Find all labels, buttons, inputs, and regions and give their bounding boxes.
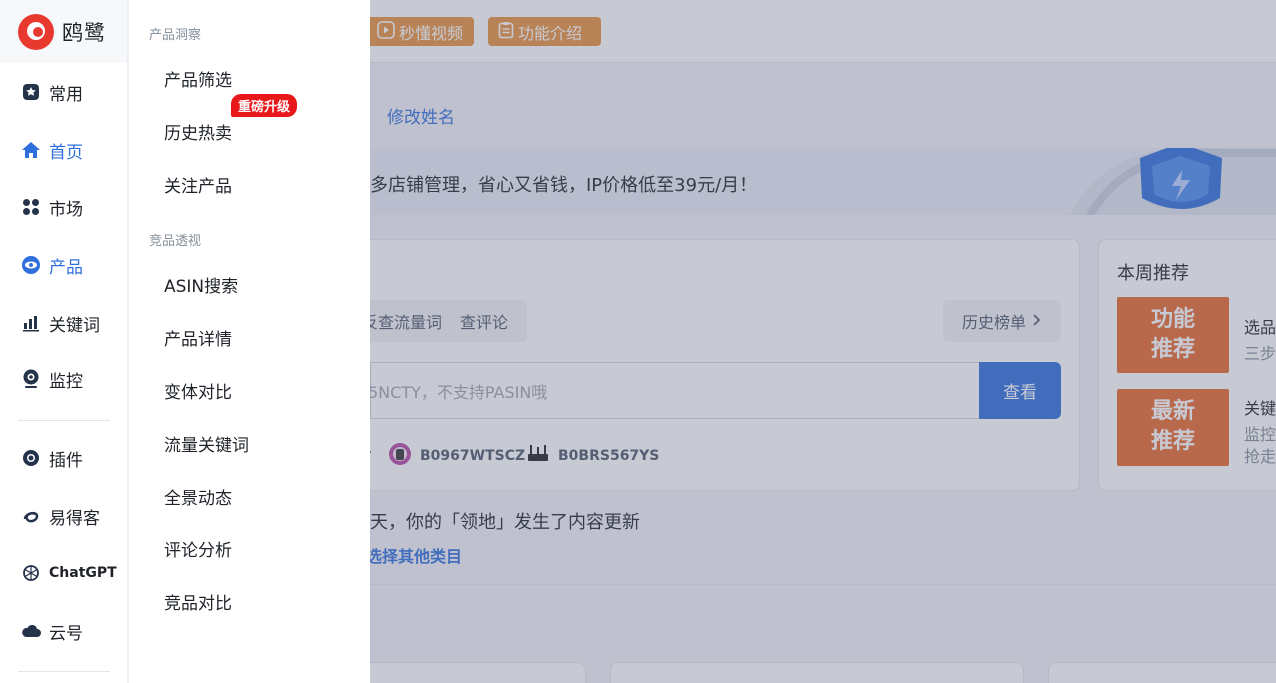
menu-item-variant-compare[interactable]: 变体对比 [164,378,232,403]
menu-item-traffic-keywords[interactable]: 流量关键词 [164,431,249,456]
grid-icon [21,197,41,217]
eye-icon [21,255,41,275]
sidebar-item-market[interactable]: 市场 [0,187,128,227]
sidebar-item-label: 关键词 [49,315,100,336]
sidebar-item-label: 云号 [49,623,83,644]
sidebar-item-label: 插件 [49,450,83,471]
star-icon [21,82,41,102]
sidebar-item-common[interactable]: 常用 [0,72,128,112]
sidebar-item-yideke[interactable]: 易得客 [0,496,128,536]
logo[interactable]: 鸥鹭 [0,0,127,63]
sidebar-item-label: 市场 [49,199,83,220]
chrome-icon [21,448,41,468]
menu-item-product-filter[interactable]: 产品筛选 [164,66,232,91]
home-icon [21,140,41,160]
sidebar: 鸥鹭 常用 首页 市场 产品 关键词 监控 插件 易得客 ChatGPT 云号 [0,0,128,683]
sidebar-item-plugin[interactable]: 插件 [0,438,128,478]
menu-item-followed-products[interactable]: 关注产品 [164,172,232,197]
menu-group-title: 产品洞察 [149,28,202,43]
sidebar-item-label: 产品 [49,257,83,278]
sidebar-item-home[interactable]: 首页 [0,130,128,170]
sidebar-item-keyword[interactable]: 关键词 [0,303,128,343]
menu-item-asin-search[interactable]: ASIN搜索 [164,272,238,297]
sidebar-divider [18,420,110,421]
menu-group-title: 竞品透视 [149,234,202,249]
sidebar-item-label: 监控 [49,371,83,392]
modal-overlay[interactable] [370,0,1276,683]
openai-icon [21,563,41,583]
menu-item-review-analysis[interactable]: 评论分析 [164,536,232,561]
sidebar-item-label: 首页 [49,142,83,163]
brand-logo-icon [18,13,54,50]
sidebar-item-label: 常用 [49,84,83,105]
swirl-icon [21,506,41,526]
sidebar-item-chatgpt[interactable]: ChatGPT [0,553,128,593]
sidebar-item-monitor[interactable]: 监控 [0,359,128,399]
camera-icon [21,369,41,389]
sidebar-item-label: 易得客 [49,508,100,529]
sidebar-item-cloud[interactable]: 云号 [0,611,128,651]
cloud-icon [21,621,41,641]
sidebar-item-product[interactable]: 产品 [0,245,128,285]
menu-item-history-hot[interactable]: 历史热卖 [164,119,232,144]
sidebar-divider [18,671,110,672]
upgrade-badge: 重磅升级 [231,94,298,117]
bar-chart-icon [21,313,41,333]
menu-item-product-detail[interactable]: 产品详情 [164,325,232,350]
menu-item-panorama[interactable]: 全景动态 [164,484,232,509]
sidebar-item-label: ChatGPT [49,565,117,581]
brand-name: 鸥鹭 [62,20,106,45]
menu-item-competitor-compare[interactable]: 竞品对比 [164,589,232,614]
